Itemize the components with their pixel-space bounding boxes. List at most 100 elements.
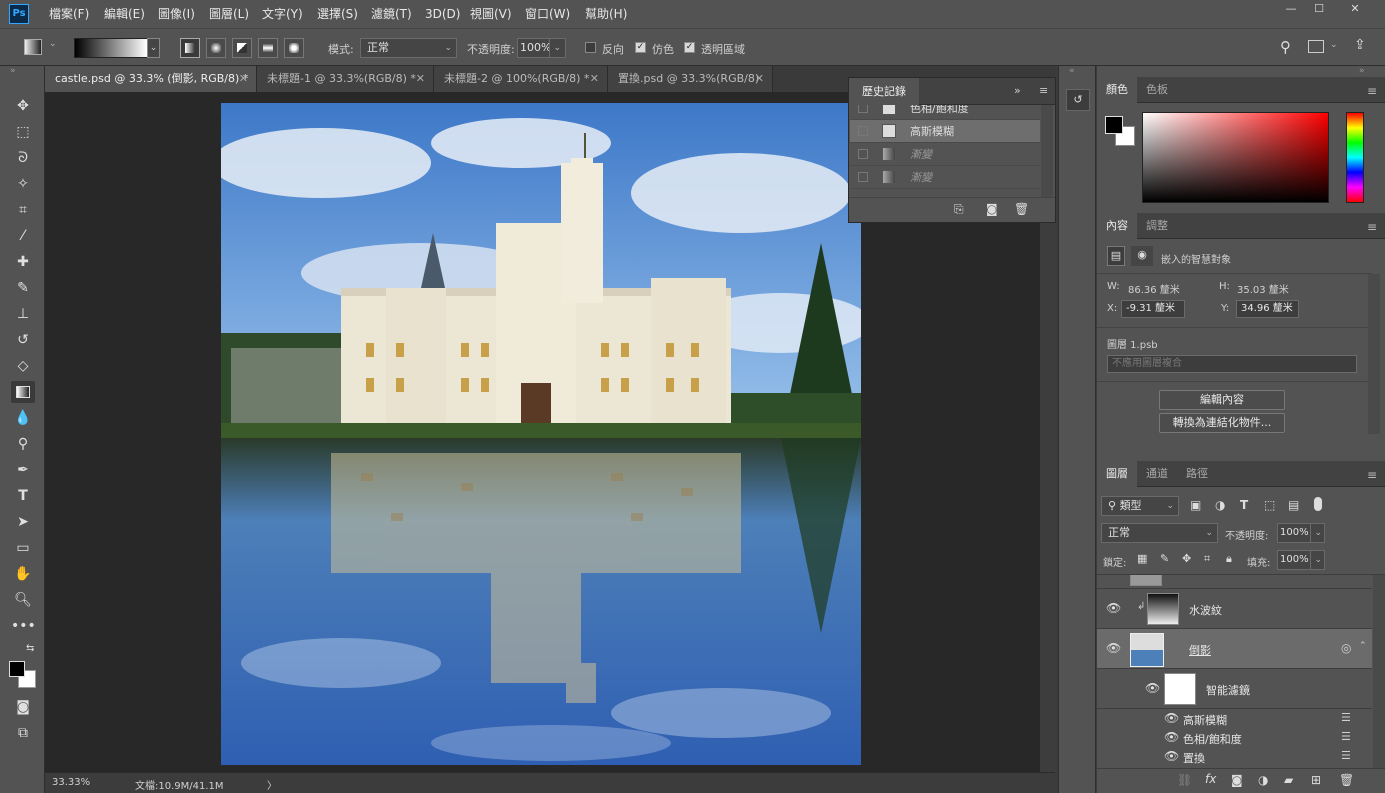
history-scrollbar[interactable]: [1041, 105, 1053, 197]
panel-menu-icon[interactable]: ≡: [1367, 468, 1377, 482]
filter-row-gaussian[interactable]: 👁︎ 高斯模糊 ☰: [1097, 709, 1372, 728]
history-item[interactable]: 漸變: [850, 166, 1040, 189]
adjustment-layer-icon[interactable]: ◑: [1258, 773, 1268, 787]
tab-untitled-1[interactable]: 未標題-1 @ 33.3%(RGB/8) * ✕: [257, 66, 434, 92]
fill-input[interactable]: 100%: [1277, 550, 1311, 570]
blending-options-icon[interactable]: ☰: [1341, 711, 1351, 724]
tab-color[interactable]: 顏色: [1097, 77, 1137, 103]
layer-comp-select[interactable]: 不應用圖層複合: [1107, 355, 1357, 373]
history-checkbox[interactable]: [858, 126, 868, 136]
menu-window[interactable]: 窗口(W): [525, 0, 570, 28]
panel-menu-icon[interactable]: ≡: [1367, 220, 1377, 234]
eraser-tool-icon[interactable]: ◇: [11, 355, 35, 377]
lock-artboard-icon[interactable]: ⌗: [1204, 552, 1210, 566]
transparency-checkbox[interactable]: ✓: [684, 42, 695, 53]
new-document-icon[interactable]: ⎘: [954, 202, 964, 217]
path-selection-tool-icon[interactable]: ➤: [11, 511, 35, 533]
mask-icon[interactable]: ◉: [1131, 246, 1153, 266]
close-icon[interactable]: ✕: [590, 66, 599, 92]
x-input[interactable]: -9.31 釐米: [1121, 300, 1185, 318]
gradient-tool-icon[interactable]: [11, 381, 35, 403]
expand-arrow-icon[interactable]: ⌃: [1359, 641, 1367, 651]
type-tool-icon[interactable]: T: [11, 485, 35, 507]
lock-all-icon[interactable]: 🔒︎: [1226, 552, 1232, 566]
tab-displace[interactable]: 置換.psd @ 33.3%(RGB/8) ✕: [608, 66, 773, 92]
lock-pixels-icon[interactable]: ✎: [1160, 552, 1169, 565]
rectangle-tool-icon[interactable]: ▭: [11, 537, 35, 559]
eye-icon[interactable]: 👁︎: [1145, 681, 1160, 695]
layer-row-smart-filters[interactable]: 👁︎ 智能濾鏡: [1097, 669, 1372, 709]
move-tool-icon[interactable]: ✥: [11, 95, 35, 117]
link-layers-icon[interactable]: ⛓︎: [1177, 773, 1192, 787]
dither-checkbox[interactable]: ✓: [635, 42, 646, 53]
clone-stamp-tool-icon[interactable]: ⊥: [11, 303, 35, 325]
add-mask-icon[interactable]: ◙: [1231, 773, 1243, 787]
workspace-icon[interactable]: [1308, 40, 1324, 53]
marquee-tool-icon[interactable]: ⬚: [11, 121, 35, 143]
tab-history[interactable]: 歷史記錄: [849, 78, 919, 105]
opacity-dropdown[interactable]: ⌄: [549, 38, 566, 58]
chevron-down-icon[interactable]: ⌄: [49, 39, 57, 49]
group-icon[interactable]: ▰: [1284, 773, 1293, 787]
share-icon[interactable]: ⇪: [1354, 37, 1366, 53]
healing-brush-tool-icon[interactable]: ✚: [11, 251, 35, 273]
opacity-input[interactable]: 100%: [517, 38, 551, 58]
minimize-button[interactable]: —: [1276, 3, 1306, 17]
diamond-gradient-icon[interactable]: [284, 38, 304, 58]
new-layer-icon[interactable]: ⊞: [1311, 773, 1321, 787]
y-input[interactable]: 34.96 釐米: [1236, 300, 1299, 318]
layer-style-icon[interactable]: fx: [1205, 772, 1216, 786]
zoom-level[interactable]: 33.33%: [52, 777, 90, 788]
eye-icon[interactable]: 👁︎: [1164, 730, 1179, 744]
maximize-button[interactable]: ☐: [1304, 3, 1334, 17]
tab-castle[interactable]: castle.psd @ 33.3% (倒影, RGB/8) * ✕: [45, 66, 257, 92]
pixel-filter-icon[interactable]: ▣: [1190, 498, 1201, 512]
layer-row-partial[interactable]: [1097, 575, 1372, 589]
chevron-down-icon[interactable]: ⌄: [1330, 40, 1338, 50]
history-item[interactable]: 漸變: [850, 143, 1040, 166]
hand-tool-icon[interactable]: ✋: [11, 563, 35, 585]
layer-filter-select[interactable]: ⚲ 類型 ⌄: [1101, 496, 1179, 516]
eye-icon[interactable]: 👁︎: [1106, 601, 1121, 615]
angle-gradient-icon[interactable]: [232, 38, 252, 58]
history-item[interactable]: 色相/飽和度: [850, 105, 1040, 120]
panel-menu-icon[interactable]: ≡: [1039, 84, 1048, 97]
properties-scrollbar[interactable]: [1368, 274, 1380, 434]
close-button[interactable]: ✕: [1340, 3, 1370, 17]
gradient-tool-preset-icon[interactable]: [24, 39, 42, 55]
blending-options-icon[interactable]: ☰: [1341, 749, 1351, 762]
expand-icon[interactable]: »: [1014, 84, 1021, 97]
history-checkbox[interactable]: [858, 105, 868, 113]
hue-slider[interactable]: [1346, 112, 1364, 203]
reflected-gradient-icon[interactable]: [258, 38, 278, 58]
menu-filter[interactable]: 濾鏡(T): [371, 0, 412, 28]
menu-image[interactable]: 圖像(I): [158, 0, 195, 28]
close-icon[interactable]: ✕: [755, 66, 764, 92]
lasso-tool-icon[interactable]: ᘐ: [11, 147, 35, 169]
type-filter-icon[interactable]: T: [1240, 498, 1248, 512]
foreground-color-swatch[interactable]: [1105, 116, 1123, 134]
history-checkbox[interactable]: [858, 149, 868, 159]
adjustment-filter-icon[interactable]: ◑: [1215, 498, 1225, 512]
menu-select[interactable]: 選擇(S): [317, 0, 358, 28]
color-field[interactable]: [1142, 112, 1329, 203]
reverse-checkbox[interactable]: [585, 42, 596, 53]
panel-menu-icon[interactable]: ≡: [1367, 84, 1377, 98]
blur-tool-icon[interactable]: 💧: [11, 407, 35, 429]
menu-3d[interactable]: 3D(D): [425, 0, 460, 28]
close-icon[interactable]: ✕: [416, 66, 425, 92]
lock-transparent-icon[interactable]: ▦: [1137, 552, 1147, 565]
tab-adjustments[interactable]: 調整: [1137, 213, 1177, 239]
blend-mode-select[interactable]: 正常 ⌄: [1101, 523, 1218, 543]
blending-options-icon[interactable]: ☰: [1341, 730, 1351, 743]
screen-mode-icon[interactable]: ⧉: [11, 722, 35, 744]
close-icon[interactable]: ✕: [239, 66, 248, 92]
quick-mask-icon[interactable]: ◙: [11, 696, 35, 718]
opacity-dropdown[interactable]: ⌄: [1310, 523, 1325, 543]
gradient-dropdown-icon[interactable]: ⌄: [147, 38, 160, 58]
layers-scrollbar[interactable]: [1373, 575, 1385, 768]
menu-help[interactable]: 幫助(H): [585, 0, 627, 28]
height-value[interactable]: 35.03 釐米: [1237, 281, 1289, 296]
crop-tool-icon[interactable]: ⌗: [11, 199, 35, 221]
lock-position-icon[interactable]: ✥: [1182, 552, 1191, 565]
